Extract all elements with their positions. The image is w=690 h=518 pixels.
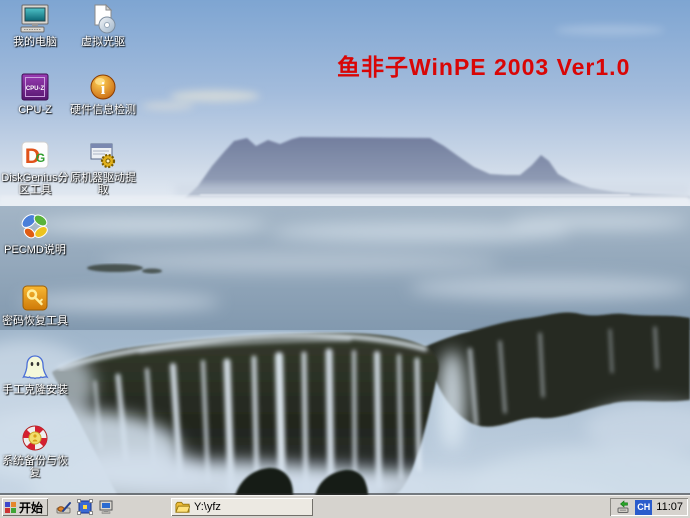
taskbar: 开始	[0, 495, 690, 518]
desktop-icon-label: 系统备份与恢复	[0, 455, 72, 479]
show-desktop-icon	[56, 499, 72, 515]
display-properties-icon	[98, 499, 114, 515]
task-button-label: Y:\yfz	[194, 501, 221, 513]
desktop-icon-hardware-info[interactable]: i 硬件信息检测	[66, 71, 140, 116]
diskgenius-icon: D G	[19, 139, 51, 171]
version-banner: 鱼非子WinPE 2003 Ver1.0	[337, 48, 630, 82]
pecmd-butterfly-icon	[19, 211, 51, 243]
tray-clock[interactable]: 11:07	[656, 501, 683, 513]
folder-icon	[175, 500, 190, 515]
desktop-icon-label: 虚拟光驱	[81, 36, 125, 48]
desktop-icon-label: 手工克隆安装	[2, 384, 68, 396]
desktop-icon-pecmd-readme[interactable]: PECMD说明	[0, 211, 72, 256]
start-label: 开始	[19, 499, 43, 516]
desktop-icon-label: 密码恢复工具	[2, 315, 68, 327]
screen-resolution-button[interactable]	[76, 498, 94, 516]
svg-text:i: i	[101, 79, 106, 98]
desktop-icon-label: 我的电脑	[13, 36, 57, 48]
desktop-icon-label: 硬件信息检测	[70, 104, 136, 116]
lifebuoy-icon	[19, 422, 51, 454]
desktop-icon-password-recovery[interactable]: 密码恢复工具	[0, 282, 72, 327]
start-button[interactable]: 开始	[2, 498, 48, 516]
display-properties-button[interactable]	[97, 498, 115, 516]
desktop-icon-backup-restore[interactable]: 系统备份与恢复	[0, 422, 72, 479]
ghost-icon	[19, 351, 51, 383]
svg-text:G: G	[36, 151, 45, 165]
cpu-z-icon: CPU-Z	[19, 71, 51, 103]
system-tray: CH 11:07	[610, 498, 688, 516]
ime-indicator[interactable]: CH	[635, 500, 652, 515]
driver-extract-icon	[87, 139, 119, 171]
desktop-icon-cpu-z[interactable]: CPU-Z CPU-Z	[0, 71, 72, 116]
desktop-icon-my-computer[interactable]: 我的电脑	[0, 3, 72, 48]
desktop-icon-label: CPU-Z	[18, 104, 52, 116]
my-computer-icon	[19, 3, 51, 35]
desktop-icon-label: DiskGenius分区工具	[0, 172, 72, 196]
start-logo-icon	[5, 502, 16, 513]
desktop-icon-driver-extract[interactable]: 原机器驱动提取	[66, 139, 140, 196]
desktop-icon-label: PECMD说明	[4, 244, 66, 256]
show-desktop-button[interactable]	[55, 498, 73, 516]
virtual-cdrom-icon	[87, 3, 119, 35]
safely-remove-hardware-icon[interactable]	[615, 499, 631, 515]
screen-resolution-icon	[77, 499, 93, 515]
desktop-icon-diskgenius[interactable]: D G DiskGenius分区工具	[0, 139, 72, 196]
quick-launch	[55, 498, 115, 516]
hardware-info-icon: i	[87, 71, 119, 103]
desktop-icon-virtual-cdrom[interactable]: 虚拟光驱	[66, 3, 140, 48]
task-button-yfz[interactable]: Y:\yfz	[171, 498, 313, 516]
desktop-icon-ghost-clone[interactable]: 手工克隆安装	[0, 351, 72, 396]
desktop: 鱼非子WinPE 2003 Ver1.0 我的电脑	[0, 0, 690, 496]
desktop-icon-label: 原机器驱动提取	[66, 172, 140, 196]
key-icon	[19, 282, 51, 314]
svg-text:CPU-Z: CPU-Z	[26, 86, 45, 92]
